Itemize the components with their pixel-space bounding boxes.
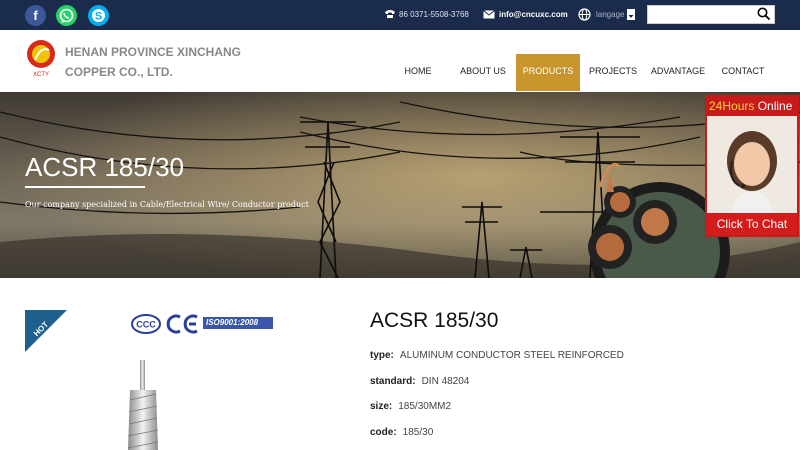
search-input[interactable] bbox=[647, 5, 775, 24]
conductor-product-image bbox=[127, 360, 159, 450]
spec-type-value: ALUMINUM CONDUCTOR STEEL REINFORCED bbox=[399, 350, 624, 361]
language-label[interactable]: langage bbox=[596, 9, 624, 20]
email-link[interactable]: info@cncuxc.com bbox=[499, 9, 568, 20]
svg-text:S: S bbox=[95, 11, 102, 23]
chat-online: Online bbox=[757, 99, 793, 113]
email-icon bbox=[483, 10, 495, 19]
hero-title: ACSR 185/30 bbox=[25, 152, 184, 182]
spec-size-value: 185/30MM2 bbox=[398, 401, 452, 412]
company-name-line1: HENAN PROVINCE XINCHANG bbox=[65, 45, 242, 59]
live-chat-widget[interactable]: 24Hours Online Click To Chat bbox=[705, 95, 799, 237]
nav-home[interactable]: HOME bbox=[398, 54, 438, 91]
spec-size: size: 185/30MM2 bbox=[370, 400, 451, 413]
globe-icon bbox=[578, 8, 591, 21]
search-icon[interactable] bbox=[757, 7, 771, 21]
chat-header: 24Hours Online bbox=[707, 97, 797, 116]
ce-mark-icon bbox=[166, 314, 198, 334]
chat-agent-avatar bbox=[707, 116, 797, 216]
nav-contact[interactable]: CONTACT bbox=[718, 54, 768, 91]
nav-projects[interactable]: PROJECTS bbox=[588, 54, 638, 91]
spec-type: type: ALUMINUM CONDUCTOR STEEL REINFORCED bbox=[370, 349, 624, 362]
hero-divider bbox=[25, 186, 145, 188]
chat-hours: 24Hours bbox=[709, 99, 755, 113]
product-title: ACSR 185/30 bbox=[370, 309, 499, 332]
hero-banner: ACSR 185/30 Our company specialized in C… bbox=[0, 92, 800, 278]
language-dropdown[interactable] bbox=[627, 9, 635, 20]
company-name-line2: COPPER CO., LTD. bbox=[65, 65, 173, 79]
spec-standard-label: standard: bbox=[370, 376, 416, 387]
chevron-down-icon bbox=[628, 15, 634, 18]
phone-icon bbox=[385, 10, 395, 18]
nav-advantage[interactable]: ADVANTAGE bbox=[648, 54, 708, 91]
hero-subtitle: Our company specialized in Cable/Electri… bbox=[25, 200, 309, 209]
email-address[interactable]: info@cncuxc.com bbox=[499, 10, 568, 19]
skype-icon[interactable]: S bbox=[88, 5, 109, 26]
spec-size-label: size: bbox=[370, 401, 393, 412]
phone-number: 86 0371-5508-3768 bbox=[399, 10, 469, 19]
site-header: XCTY HENAN PROVINCE XINCHANG COPPER CO.,… bbox=[0, 30, 800, 92]
hot-badge: HOT bbox=[25, 310, 67, 352]
spec-code-value: 185/30 bbox=[402, 427, 434, 438]
svg-text:CCC: CCC bbox=[136, 320, 156, 330]
spec-standard-value: DIN 48204 bbox=[421, 376, 470, 387]
power-tower-illustration bbox=[0, 92, 800, 278]
whatsapp-icon[interactable] bbox=[56, 5, 77, 26]
top-bar: f S 86 0371-5508-3768 info@cncuxc.com la… bbox=[0, 0, 800, 30]
nav-products[interactable]: PRODUCTS bbox=[516, 54, 580, 91]
click-to-chat-button[interactable]: Click To Chat bbox=[707, 213, 797, 235]
spec-type-label: type: bbox=[370, 350, 394, 361]
ccc-certification-icon: CCC bbox=[131, 314, 161, 334]
facebook-icon[interactable]: f bbox=[25, 5, 46, 26]
nav-about-us[interactable]: ABOUT US bbox=[456, 54, 510, 91]
company-logo[interactable]: XCTY bbox=[25, 38, 57, 78]
logo-text: XCTY bbox=[33, 72, 49, 78]
spec-code-label: code: bbox=[370, 427, 397, 438]
spec-standard: standard: DIN 48204 bbox=[370, 375, 469, 388]
iso-certification-badge: ISO9001:2008 bbox=[203, 317, 273, 329]
spec-code: code: 185/30 bbox=[370, 426, 433, 439]
